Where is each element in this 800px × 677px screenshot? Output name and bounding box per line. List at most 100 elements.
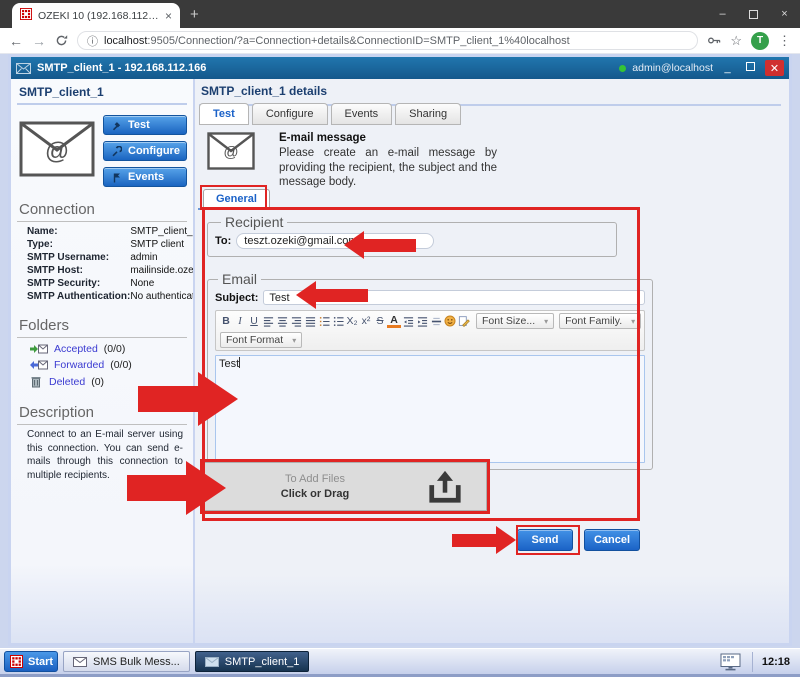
folder-forwarded[interactable]: Forwarded (0/0) xyxy=(17,357,187,373)
site-info-icon[interactable]: ⓘ xyxy=(87,33,98,49)
browser-chrome: OZEKI 10 (192.168.112.166) × + – × ← → ⓘ… xyxy=(0,0,800,54)
forward-icon[interactable]: → xyxy=(32,34,46,48)
send-button[interactable]: Send xyxy=(517,529,573,551)
flag-icon xyxy=(111,172,122,183)
font-family-select[interactable]: Font Family.▾ xyxy=(559,313,641,329)
subject-label: Subject: xyxy=(215,292,258,304)
folder-accepted[interactable]: Accepted (0/0) xyxy=(17,341,187,357)
trash-icon xyxy=(29,375,43,388)
subscript-icon[interactable]: X₂ xyxy=(345,314,359,328)
url-bar[interactable]: ⓘ localhost:9505/Connection/?a=Connectio… xyxy=(77,31,698,50)
message-body-text: Test xyxy=(219,358,239,370)
font-color-icon[interactable]: A xyxy=(387,315,401,328)
cancel-button[interactable]: Cancel xyxy=(584,529,640,551)
task-label: SMS Bulk Mess... xyxy=(93,656,180,668)
ordered-list-icon[interactable] xyxy=(317,314,331,328)
bookmark-star-icon[interactable]: ☆ xyxy=(730,33,742,49)
new-tab-icon[interactable]: + xyxy=(190,6,199,23)
screen: OZEKI 10 (192.168.112.166) × + – × ← → ⓘ… xyxy=(0,0,800,677)
app-window: SMTP_client_1 - 192.168.112.166 admin@lo… xyxy=(8,54,792,646)
tab-close-icon[interactable]: × xyxy=(165,10,172,22)
indent-icon[interactable] xyxy=(415,314,429,328)
taskbar-task-smtp-client[interactable]: SMTP_client_1 xyxy=(195,651,310,672)
configure-button[interactable]: Configure xyxy=(103,141,187,161)
browser-close-icon[interactable]: × xyxy=(769,0,800,28)
table-row: SMTP Username:admin xyxy=(17,251,195,264)
edit-html-icon[interactable] xyxy=(457,314,471,328)
reload-icon[interactable] xyxy=(55,34,68,47)
underline-icon[interactable]: U xyxy=(247,314,261,328)
tab-general[interactable]: General xyxy=(203,189,270,208)
tab-configure[interactable]: Configure xyxy=(252,103,328,125)
start-button[interactable]: Start xyxy=(4,651,58,672)
editor-toolbar: B I U X₂ x² S xyxy=(215,310,645,351)
app-maximize-icon[interactable] xyxy=(742,62,759,74)
bold-icon[interactable]: B xyxy=(219,314,233,328)
hammer-icon xyxy=(111,120,122,131)
test-button-label: Test xyxy=(128,119,150,131)
smtp-envelope-icon xyxy=(205,657,219,667)
folder-link[interactable]: Forwarded xyxy=(54,359,104,371)
app-title: SMTP_client_1 - 192.168.112.166 xyxy=(37,62,206,74)
font-size-select[interactable]: Font Size...▾ xyxy=(476,313,554,329)
align-justify-icon[interactable] xyxy=(303,314,317,328)
email-message-info: @ E-mail message Please create an e-mail… xyxy=(207,132,497,190)
align-center-icon[interactable] xyxy=(275,314,289,328)
app-close-icon[interactable]: ✕ xyxy=(765,60,784,76)
dropzone-line1: To Add Files xyxy=(204,472,426,487)
start-button-label: Start xyxy=(28,656,53,668)
tab-sharing[interactable]: Sharing xyxy=(395,103,461,125)
password-key-icon[interactable] xyxy=(707,34,721,47)
browser-menu-icon[interactable]: ⋮ xyxy=(778,33,791,49)
ozeki-start-icon xyxy=(10,655,23,668)
outdent-icon[interactable] xyxy=(401,314,415,328)
main-panel: SMTP_client_1 details Test Configure Eve… xyxy=(195,79,789,643)
table-row: SMTP Security:None xyxy=(17,277,195,290)
dropzone-line2: Click or Drag xyxy=(204,487,426,502)
titlebar-envelope-icon xyxy=(16,63,31,74)
tab-events[interactable]: Events xyxy=(331,103,393,125)
display-monitor-icon[interactable] xyxy=(720,653,741,671)
folder-count: (0) xyxy=(91,376,104,388)
table-row: SMTP Host:mailinside.ozeki.hu:25 xyxy=(17,264,195,277)
url-text: localhost:9505/Connection/?a=Connection+… xyxy=(104,35,570,47)
test-button[interactable]: Test xyxy=(103,115,187,135)
emoticon-icon[interactable] xyxy=(443,314,457,328)
folder-count: (0/0) xyxy=(110,359,132,371)
taskbar-separator xyxy=(752,652,753,672)
description-section-header: Description xyxy=(17,403,187,425)
to-input[interactable] xyxy=(236,233,434,249)
font-format-select[interactable]: Font Format▾ xyxy=(220,332,302,348)
app-minimize-icon[interactable]: _ xyxy=(719,62,736,74)
superscript-icon[interactable]: x² xyxy=(359,314,373,328)
to-label: To: xyxy=(215,235,231,247)
align-right-icon[interactable] xyxy=(289,314,303,328)
file-dropzone[interactable]: To Add Files Click or Drag xyxy=(203,462,487,511)
back-icon[interactable]: ← xyxy=(9,34,23,48)
align-left-icon[interactable] xyxy=(261,314,275,328)
horizontal-rule-icon[interactable] xyxy=(429,314,443,328)
description-text: Connect to an E-mail server using this c… xyxy=(27,428,183,482)
unordered-list-icon[interactable] xyxy=(331,314,345,328)
taskbar-task-sms-bulk[interactable]: SMS Bulk Mess... xyxy=(63,651,190,672)
app-titlebar: SMTP_client_1 - 192.168.112.166 admin@lo… xyxy=(11,57,789,79)
tab-test[interactable]: Test xyxy=(199,103,249,125)
browser-avatar[interactable]: T xyxy=(751,32,769,50)
task-label: SMTP_client_1 xyxy=(225,656,300,668)
desktop-page: SMTP_client_1 - 192.168.112.166 admin@lo… xyxy=(0,54,800,677)
folder-deleted[interactable]: Deleted (0) xyxy=(17,373,187,390)
table-row: Name:SMTP_client_1 xyxy=(17,225,195,238)
browser-minimize-icon[interactable]: – xyxy=(707,0,738,28)
italic-icon[interactable]: I xyxy=(233,314,247,328)
subject-input[interactable] xyxy=(263,290,645,305)
strikethrough-icon[interactable]: S xyxy=(373,314,387,328)
url-rest: :9505/Connection/?a=Connection+details&C… xyxy=(147,35,569,47)
taskbar-clock: 12:18 xyxy=(758,656,796,668)
browser-maximize-icon[interactable] xyxy=(738,0,769,28)
message-body-editor[interactable]: Test xyxy=(215,355,645,463)
folder-link[interactable]: Deleted xyxy=(49,376,85,388)
page-title: SMTP_client_1 details xyxy=(199,79,781,106)
events-button[interactable]: Events xyxy=(103,167,187,187)
browser-tab[interactable]: OZEKI 10 (192.168.112.166) × xyxy=(12,3,180,28)
folder-link[interactable]: Accepted xyxy=(54,343,98,355)
